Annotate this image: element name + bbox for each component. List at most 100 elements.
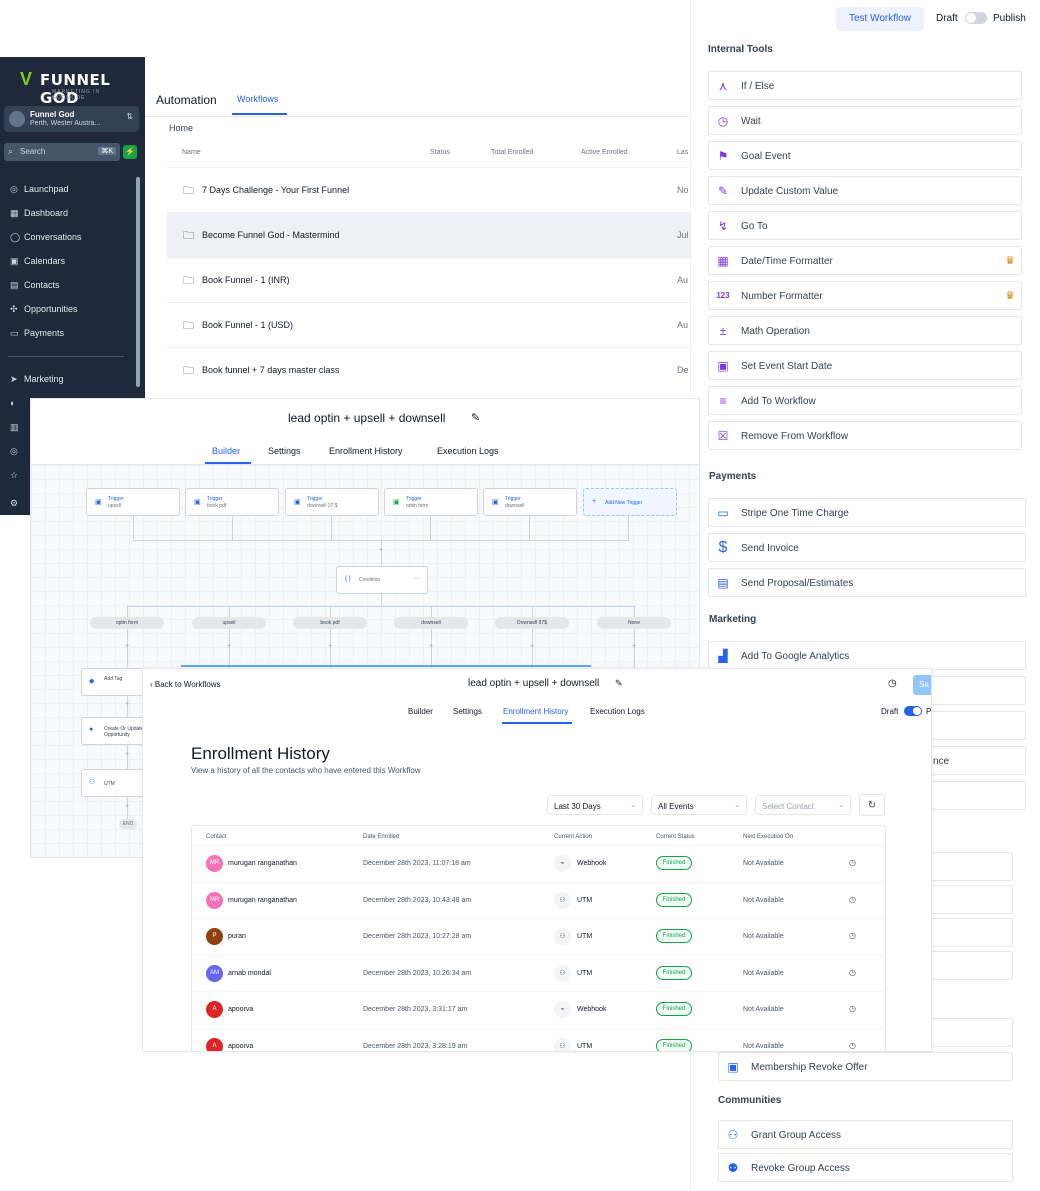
add-step-icon[interactable]: + <box>429 643 433 650</box>
sidebar-item-settings[interactable]: ⚙ <box>10 498 24 509</box>
tab-settings[interactable]: Settings <box>268 446 301 456</box>
contact-name[interactable]: murugan ranganathan <box>228 897 297 904</box>
history-icon[interactable]: ◷ <box>849 1041 856 1050</box>
action-update-custom-value[interactable]: ✎ Update Custom Value <box>708 176 1022 205</box>
sidebar-item-marketing[interactable]: ➤ Marketing <box>10 374 64 385</box>
action-send-invoice[interactable]: $ Send Invoice <box>708 533 1026 562</box>
add-step-icon[interactable]: + <box>328 643 332 650</box>
tab-execution-logs[interactable]: Execution Logs <box>437 446 499 456</box>
back-button[interactable]: ‹ Back to Workflows <box>150 680 221 689</box>
column-header[interactable]: Las <box>677 149 688 156</box>
action-node[interactable]: ● Create Or Update Opportunity <box>81 717 145 745</box>
sidebar-item-contacts[interactable]: ▤ Contacts <box>10 280 60 291</box>
contact-name[interactable]: apoorva <box>228 1043 253 1050</box>
action-node[interactable]: ⚇ UTM <box>81 769 145 797</box>
trigger-card[interactable]: ▣ Trigger optin form <box>384 488 478 516</box>
sidebar-item-launchpad[interactable]: ◎ Launchpad <box>10 184 69 195</box>
test-workflow-button[interactable]: Test Workflow <box>836 7 924 31</box>
refresh-button[interactable]: ↻ <box>859 794 885 816</box>
table-row[interactable]: 🗀 Book funnel + 7 days master class De <box>167 347 700 392</box>
action-math-operation[interactable]: ± Math Operation <box>708 316 1022 345</box>
events-select[interactable]: All Events ⌄ <box>651 795 747 815</box>
trigger-card[interactable]: ▣ Trigger upsell <box>86 488 180 516</box>
action-revoke-group-access[interactable]: ⚉ Revoke Group Access <box>718 1153 1013 1182</box>
more-icon[interactable]: ··· <box>414 575 421 582</box>
add-step-icon[interactable]: + <box>125 751 129 758</box>
sidebar-item-payments[interactable]: ▭ Payments <box>10 328 64 339</box>
sidebar-scrollbar[interactable] <box>136 177 140 387</box>
sidebar-item-opportunities[interactable]: ✣ Opportunities <box>10 304 78 315</box>
action-add-to-workflow[interactable]: ≡ Add To Workflow <box>708 386 1022 415</box>
trigger-card[interactable]: ▣ Trigger downsell 37 $ <box>285 488 379 516</box>
table-row[interactable]: AM arnab mondal December 28th 2023, 10:26:… <box>192 954 885 991</box>
tab-builder[interactable]: Builder <box>212 446 240 456</box>
add-step-icon[interactable]: + <box>530 643 534 650</box>
tab-enrollment-history[interactable]: Enrollment History <box>329 446 403 456</box>
brand-logo[interactable]: V FUNNEL GOD MARKETING IN GODMODE <box>20 69 130 107</box>
tab-settings[interactable]: Settings <box>453 707 482 716</box>
account-switcher[interactable]: Funnel God Perth, Wester Austra... ⇅ <box>4 106 139 132</box>
trigger-card[interactable]: ▣ Trigger book pdf <box>185 488 279 516</box>
sidebar-item-automation[interactable]: ◐ <box>10 398 24 408</box>
edit-icon[interactable]: ✎ <box>615 678 623 689</box>
quick-action-button[interactable]: ⚡ <box>123 145 137 159</box>
action-node[interactable]: ◆ Add Tag <box>81 668 145 696</box>
action-wait[interactable]: ◷ Wait <box>708 106 1022 135</box>
sidebar-item-calendars[interactable]: ▣ Calendars <box>10 256 65 267</box>
tab-builder[interactable]: Builder <box>408 707 433 716</box>
action-date-time-formatter[interactable]: ▦ Date/Time Formatter ♛ <box>708 246 1022 275</box>
action-google-analytics[interactable]: ▟ Add To Google Analytics <box>708 641 1026 670</box>
branch-label[interactable]: upsell <box>192 617 266 629</box>
condition-node[interactable]: { } Condition ··· <box>336 566 428 594</box>
sidebar-item-dashboard[interactable]: ▦ Dashboard <box>10 208 68 219</box>
action-number-formatter[interactable]: 123 Number Formatter ♛ <box>708 281 1022 310</box>
tab-execution-logs[interactable]: Execution Logs <box>590 707 645 716</box>
add-step-icon[interactable]: + <box>227 643 231 650</box>
branch-label[interactable]: Downsell 97$ <box>495 617 569 629</box>
add-trigger-button[interactable]: + Add New Trigger <box>583 488 677 516</box>
publish-toggle[interactable] <box>965 12 987 24</box>
table-row[interactable]: Aapoorva December 28th 2023, 3:31:17 am ⌁ W… <box>192 991 885 1027</box>
history-icon[interactable]: ◷ <box>888 678 897 689</box>
branch-label[interactable]: optin form <box>90 617 164 629</box>
sidebar-item-reputation[interactable]: ☆ <box>10 470 24 481</box>
action-set-event-start-date[interactable]: ▣ Set Event Start Date <box>708 351 1022 380</box>
sidebar-item-sites[interactable]: ▥ <box>10 422 24 433</box>
action-membership-revoke-offer[interactable]: ▣ Membership Revoke Offer <box>718 1052 1013 1081</box>
save-button[interactable]: Sa <box>913 675 931 695</box>
publish-toggle[interactable] <box>904 706 922 716</box>
contact-name[interactable]: apoorva <box>228 1006 253 1013</box>
history-icon[interactable]: ◷ <box>849 1004 856 1013</box>
table-row[interactable]: 🗀 Become Funnel God - Mastermind Jul <box>167 212 700 257</box>
action-send-proposal[interactable]: ▤ Send Proposal/Estimates <box>708 568 1026 597</box>
sidebar-item-memberships[interactable]: ◎ <box>10 446 24 457</box>
branch-label[interactable]: None <box>597 617 671 629</box>
sidebar-search[interactable]: ⌕ Search ⌘K <box>4 143 120 161</box>
add-step-icon[interactable]: + <box>125 701 129 708</box>
column-header[interactable]: Name <box>182 149 201 156</box>
contact-select[interactable]: Select Contact ⌄ <box>755 795 851 815</box>
date-range-select[interactable]: Last 30 Days ⌄ <box>547 795 643 815</box>
branch-label[interactable]: book pdf <box>293 617 367 629</box>
action-goal-event[interactable]: ⚑ Goal Event <box>708 141 1022 170</box>
action-grant-group-access[interactable]: ⚇ Grant Group Access <box>718 1120 1013 1149</box>
contact-name[interactable]: arnab mondal <box>228 970 271 977</box>
add-step-icon[interactable]: + <box>632 643 636 650</box>
sidebar-item-conversations[interactable]: ◯ Conversations <box>10 232 82 243</box>
column-header[interactable]: Active Enrolled <box>581 149 628 156</box>
table-row[interactable]: 🗀 7 Days Challenge - Your First Funnel No <box>167 167 700 212</box>
column-header[interactable]: Total Enrolled <box>491 149 533 156</box>
table-row[interactable]: Aapoorva December 28th 2023, 3:28:19 am ⚇ U… <box>192 1027 885 1051</box>
tab-workflows[interactable]: Workflows <box>237 94 278 104</box>
add-step-icon[interactable]: + <box>379 547 383 554</box>
action-go-to[interactable]: ↯ Go To <box>708 211 1022 240</box>
column-header[interactable]: Status <box>430 149 450 156</box>
history-icon[interactable]: ◷ <box>849 858 856 867</box>
history-icon[interactable]: ◷ <box>849 895 856 904</box>
tab-enrollment-history[interactable]: Enrollment History <box>503 707 568 716</box>
table-row[interactable]: MR murugan ranganathan December 28th 2023,… <box>192 845 885 881</box>
action-if-else[interactable]: ⋏ If / Else <box>708 71 1022 100</box>
branch-label[interactable]: downsell <box>394 617 468 629</box>
edit-icon[interactable]: ✎ <box>471 411 480 424</box>
add-step-icon[interactable]: + <box>125 643 129 650</box>
